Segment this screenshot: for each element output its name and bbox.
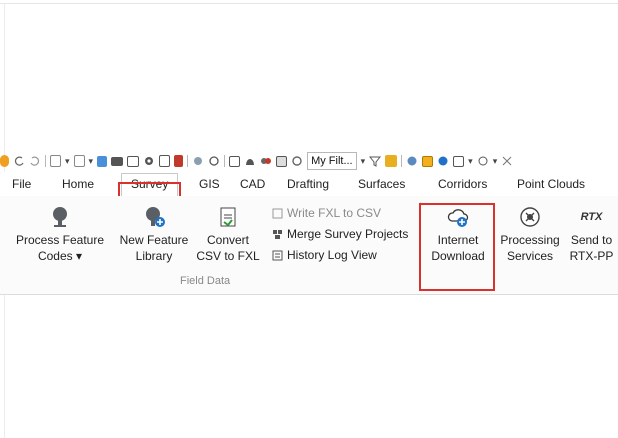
- toolbar-separator: [401, 155, 403, 167]
- toolbar-separator: [187, 155, 189, 167]
- undo-icon[interactable]: [13, 155, 25, 167]
- ribbon-tabs: File Home Survey GIS CAD Drafting Surfac…: [0, 172, 618, 197]
- folder-open-icon[interactable]: [406, 155, 418, 167]
- save-icon[interactable]: [73, 155, 85, 167]
- cube-icon[interactable]: [229, 155, 241, 167]
- chevron-down-icon[interactable]: ▾: [65, 156, 70, 167]
- tag-icon[interactable]: [385, 155, 398, 167]
- write-fxl-to-csv-button[interactable]: Write FXL to CSV: [272, 206, 381, 220]
- convert-doc-icon: [217, 206, 239, 228]
- image-icon[interactable]: [260, 155, 272, 167]
- convert-csv-label-1: Convert: [206, 233, 250, 247]
- internet-download-highlight: [419, 203, 495, 291]
- ribbon-panel: Process Feature Codes ▾ New Feature Libr…: [0, 196, 618, 295]
- filter-select-value: My Filt...: [311, 155, 353, 167]
- new-feature-library-label-1: New Feature: [119, 233, 189, 247]
- merge-survey-projects-button[interactable]: Merge Survey Projects: [272, 227, 408, 241]
- tab-drafting[interactable]: Drafting: [287, 177, 329, 191]
- document-icon: [272, 208, 283, 219]
- filter-icon[interactable]: [291, 155, 303, 167]
- chevron-down-icon[interactable]: ▾: [361, 156, 366, 167]
- processing-services-button[interactable]: Processing Services: [497, 206, 563, 264]
- view-icon[interactable]: [477, 155, 489, 167]
- grid-icon[interactable]: [208, 155, 220, 167]
- measure-icon[interactable]: [501, 155, 513, 167]
- tree-add-icon: [143, 206, 165, 228]
- tab-point-clouds[interactable]: Point Clouds: [517, 177, 585, 191]
- globe-icon[interactable]: [174, 155, 184, 167]
- convert-csv-to-fxl-button[interactable]: Convert CSV to FXL: [189, 206, 267, 264]
- settings-icon[interactable]: [143, 155, 155, 167]
- rtx-logo-icon: RTX: [580, 211, 603, 223]
- chevron-down-icon[interactable]: ▾: [493, 156, 498, 167]
- cube2-icon[interactable]: [453, 155, 465, 167]
- send-to-rtx-pp-button[interactable]: RTX Send to RTX-PP: [565, 206, 618, 264]
- print-icon[interactable]: [127, 155, 140, 167]
- process-feature-codes-label-1: Process Feature: [15, 233, 105, 247]
- quick-access-toolbar: ▾ ▾ My Filt... ▾ ▾ ▾: [0, 150, 618, 172]
- redo-icon[interactable]: [29, 155, 41, 167]
- process-feature-codes-button[interactable]: Process Feature Codes ▾: [14, 206, 106, 264]
- tab-file[interactable]: File: [12, 177, 31, 191]
- dome-icon[interactable]: [244, 155, 256, 167]
- convert-csv-label-2: CSV to FXL: [196, 249, 260, 263]
- link-icon[interactable]: [276, 155, 288, 167]
- write-fxl-label: Write FXL to CSV: [287, 206, 382, 220]
- tree-icon: [49, 206, 71, 228]
- chevron-down-icon[interactable]: ▾: [89, 156, 94, 167]
- new-feature-library-label-2: Library: [135, 249, 173, 263]
- chevron-down-icon[interactable]: ▾: [468, 156, 473, 167]
- merge-icon: [272, 229, 283, 240]
- history-log-label: History Log View: [287, 248, 377, 262]
- shield-icon[interactable]: [422, 155, 434, 167]
- send-to-rtx-label-2: RTX-PP: [569, 249, 614, 263]
- tab-cad[interactable]: CAD: [240, 177, 265, 191]
- tab-corridors[interactable]: Corridors: [438, 177, 487, 191]
- app-icon[interactable]: [0, 155, 9, 167]
- new-feature-library-button[interactable]: New Feature Library: [115, 206, 193, 264]
- funnel-icon[interactable]: [369, 155, 382, 167]
- history-icon: [272, 250, 283, 261]
- circle-icon[interactable]: [192, 155, 204, 167]
- open-icon[interactable]: [50, 155, 61, 167]
- processing-services-label-1: Processing: [500, 233, 560, 247]
- filter-select[interactable]: My Filt...: [307, 152, 357, 170]
- send-to-rtx-label-1: Send to: [570, 233, 613, 247]
- toolbar-separator: [45, 155, 46, 167]
- tab-home[interactable]: Home: [62, 177, 94, 191]
- process-feature-codes-label-2: Codes: [37, 249, 73, 263]
- tab-gis[interactable]: GIS: [199, 177, 220, 191]
- chevron-down-icon: ▾: [72, 249, 83, 263]
- satellite-icon: [519, 206, 541, 228]
- merge-survey-label: Merge Survey Projects: [287, 227, 409, 241]
- history-log-view-button[interactable]: History Log View: [272, 248, 377, 262]
- layer-icon[interactable]: [159, 155, 171, 167]
- folder-icon[interactable]: [111, 156, 124, 166]
- tab-surfaces[interactable]: Surfaces: [358, 177, 405, 191]
- toolbar-separator: [224, 155, 226, 167]
- group-label-field-data: Field Data: [180, 275, 231, 287]
- window-top-border: [0, 3, 618, 4]
- select-icon[interactable]: [437, 155, 449, 167]
- new-icon[interactable]: [97, 155, 108, 167]
- processing-services-label-2: Services: [506, 249, 553, 263]
